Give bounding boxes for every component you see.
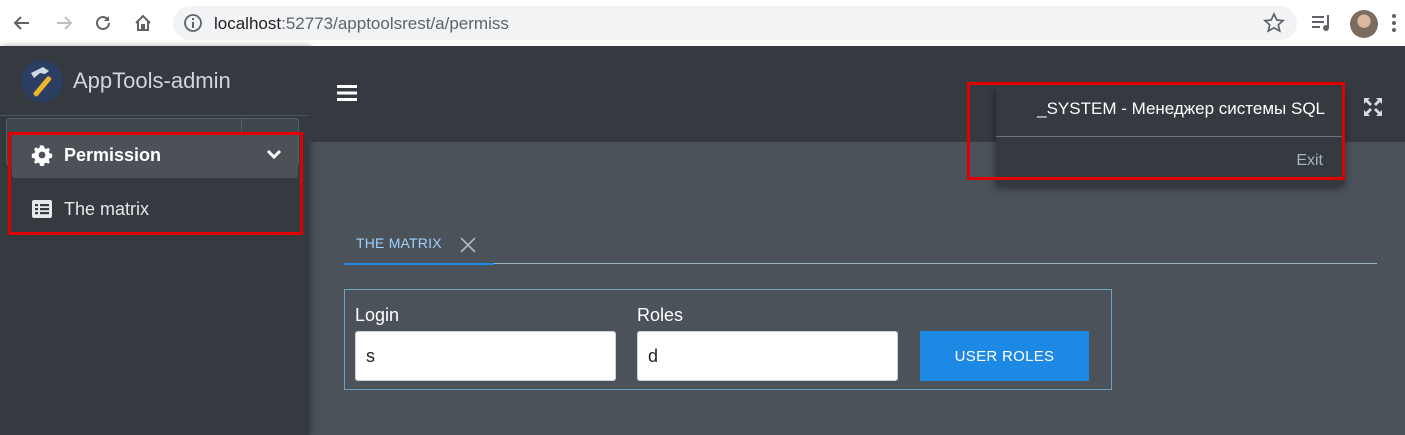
address-bar[interactable]: localhost:52773/apptoolsrest/a/permiss [173, 6, 1297, 40]
sidebar: AppTools-admin [0, 46, 309, 435]
login-input[interactable] [355, 331, 616, 381]
profile-avatar[interactable] [1350, 10, 1378, 38]
close-icon[interactable] [459, 236, 477, 254]
highlight-box-menu [8, 132, 303, 235]
back-button[interactable] [8, 9, 36, 37]
brand-link[interactable]: AppTools-admin [0, 46, 309, 116]
media-controls-icon[interactable] [1310, 11, 1334, 35]
brand-title: AppTools-admin [73, 68, 231, 93]
arrow-right-icon [57, 16, 73, 30]
home-button[interactable] [129, 9, 157, 37]
info-icon[interactable] [183, 13, 203, 33]
user-roles-form: Login Roles USER ROLES [344, 289, 1112, 390]
fullscreen-expand-icon[interactable] [1362, 96, 1384, 118]
user-roles-button[interactable]: USER ROLES [920, 331, 1089, 381]
highlight-box-user [967, 82, 1345, 180]
login-label: Login [355, 305, 400, 325]
tab-bar: THE MATRIX [344, 225, 1377, 265]
url-text: localhost:52773/apptoolsrest/a/permiss [214, 14, 509, 33]
home-icon [135, 14, 151, 31]
forward-button[interactable] [50, 9, 78, 37]
arrow-left-icon [13, 16, 29, 30]
reload-icon [96, 15, 110, 30]
tab-label: THE MATRIX [356, 235, 442, 251]
browser-toolbar: localhost:52773/apptoolsrest/a/permiss [0, 0, 1405, 46]
reload-button[interactable] [89, 9, 117, 37]
roles-input[interactable] [637, 331, 898, 381]
tab-the-matrix[interactable]: THE MATRIX [344, 225, 494, 265]
tab-divider [344, 263, 1377, 264]
roles-label: Roles [637, 305, 684, 325]
hamburger-menu-icon[interactable] [337, 84, 357, 102]
browser-menu-icon[interactable] [1391, 12, 1397, 34]
bookmark-star-icon[interactable] [1263, 12, 1285, 34]
hammer-logo-icon [21, 60, 63, 102]
